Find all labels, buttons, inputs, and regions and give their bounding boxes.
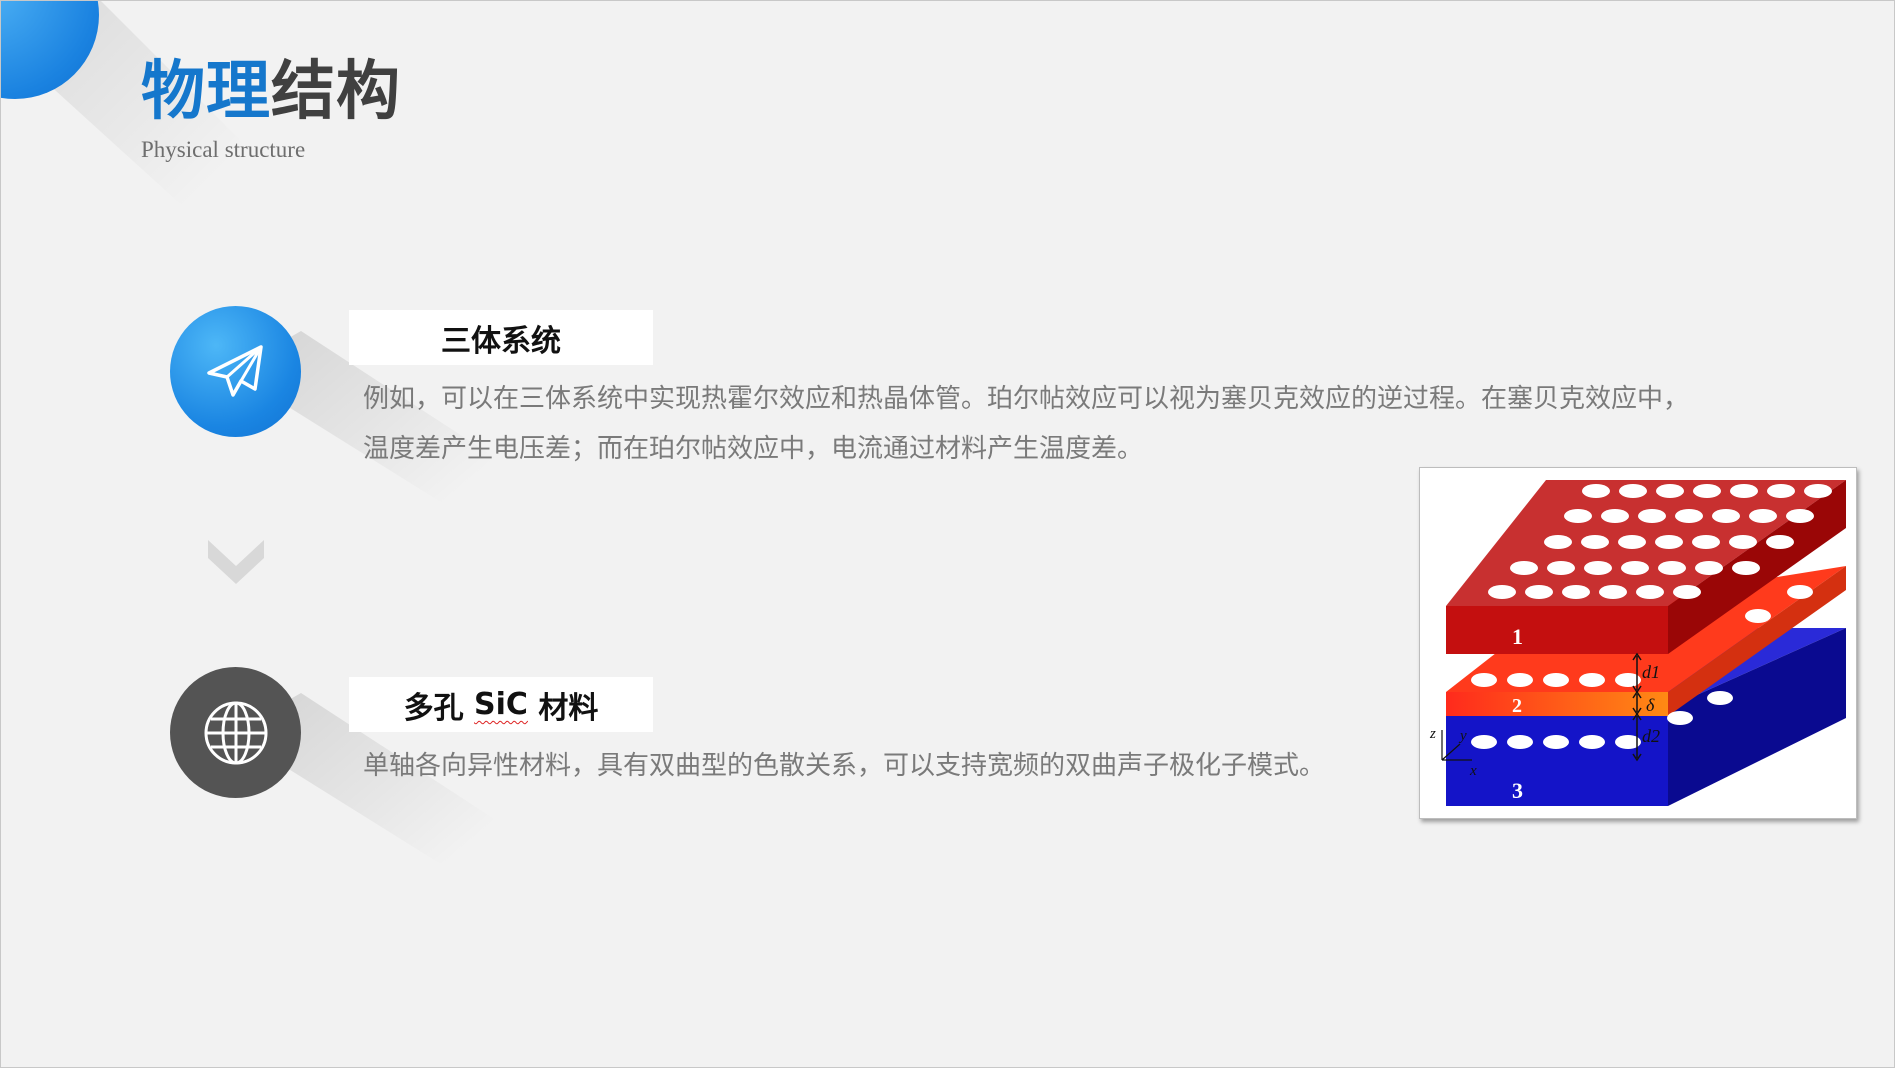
layer-label: 1 [1512, 624, 1523, 649]
section-1-label-text: 三体系统 [441, 323, 561, 359]
three-layer-diagram: 1 2 3 d1 δ d2 z y x [1429, 480, 1846, 806]
axis-label: x [1469, 763, 1477, 779]
structure-figure: 1 2 3 d1 δ d2 z y x [1419, 467, 1857, 819]
axis-label: z [1429, 726, 1436, 742]
description-line: 单轴各向异性材料，具有双曲型的色散关系，可以支持宽频的双曲声子极化子模式。 [363, 751, 1326, 781]
page-subtitle: Physical structure [141, 137, 306, 162]
page-title: 物理结构 [141, 57, 401, 127]
description-line: 例如，可以在三体系统中实现热霍尔效应和热晶体管。珀尔帖效应可以视为塞贝克效应的逆… [363, 384, 1690, 414]
section-2-icon-circle [170, 667, 301, 798]
layer-label: 2 [1512, 695, 1522, 717]
chevron-down-icon [208, 540, 264, 584]
dimension-label: d1 [1642, 662, 1660, 682]
axis-label: y [1458, 728, 1467, 744]
title-accent: 物理 [141, 55, 271, 129]
section-2-label-suffix: 材料 [527, 690, 599, 726]
section-2-label-prefix: 多孔 [403, 690, 475, 726]
section-2-label-sic: SiC [474, 687, 528, 722]
paper-plane-icon [206, 344, 263, 397]
section-1-icon-circle [170, 306, 301, 437]
globe-icon [204, 701, 267, 764]
section-2-description: 单轴各向异性材料，具有双曲型的色散关系，可以支持宽频的双曲声子极化子模式。 [363, 741, 1325, 791]
title-rest: 结构 [271, 55, 401, 129]
dimension-label: δ [1646, 695, 1655, 715]
layer-label: 3 [1512, 778, 1523, 803]
section-1-label: 三体系统 [349, 310, 653, 365]
slide: 物理结构 Physical structure 三体系统 例如，可以在三体系统中… [0, 0, 1895, 1068]
section-2-label: 多孔 SiC 材料 [349, 677, 653, 732]
dimension-label: d2 [1642, 726, 1660, 746]
section-1-description: 例如，可以在三体系统中实现热霍尔效应和热晶体管。珀尔帖效应可以视为塞贝克效应的逆… [363, 374, 1689, 474]
